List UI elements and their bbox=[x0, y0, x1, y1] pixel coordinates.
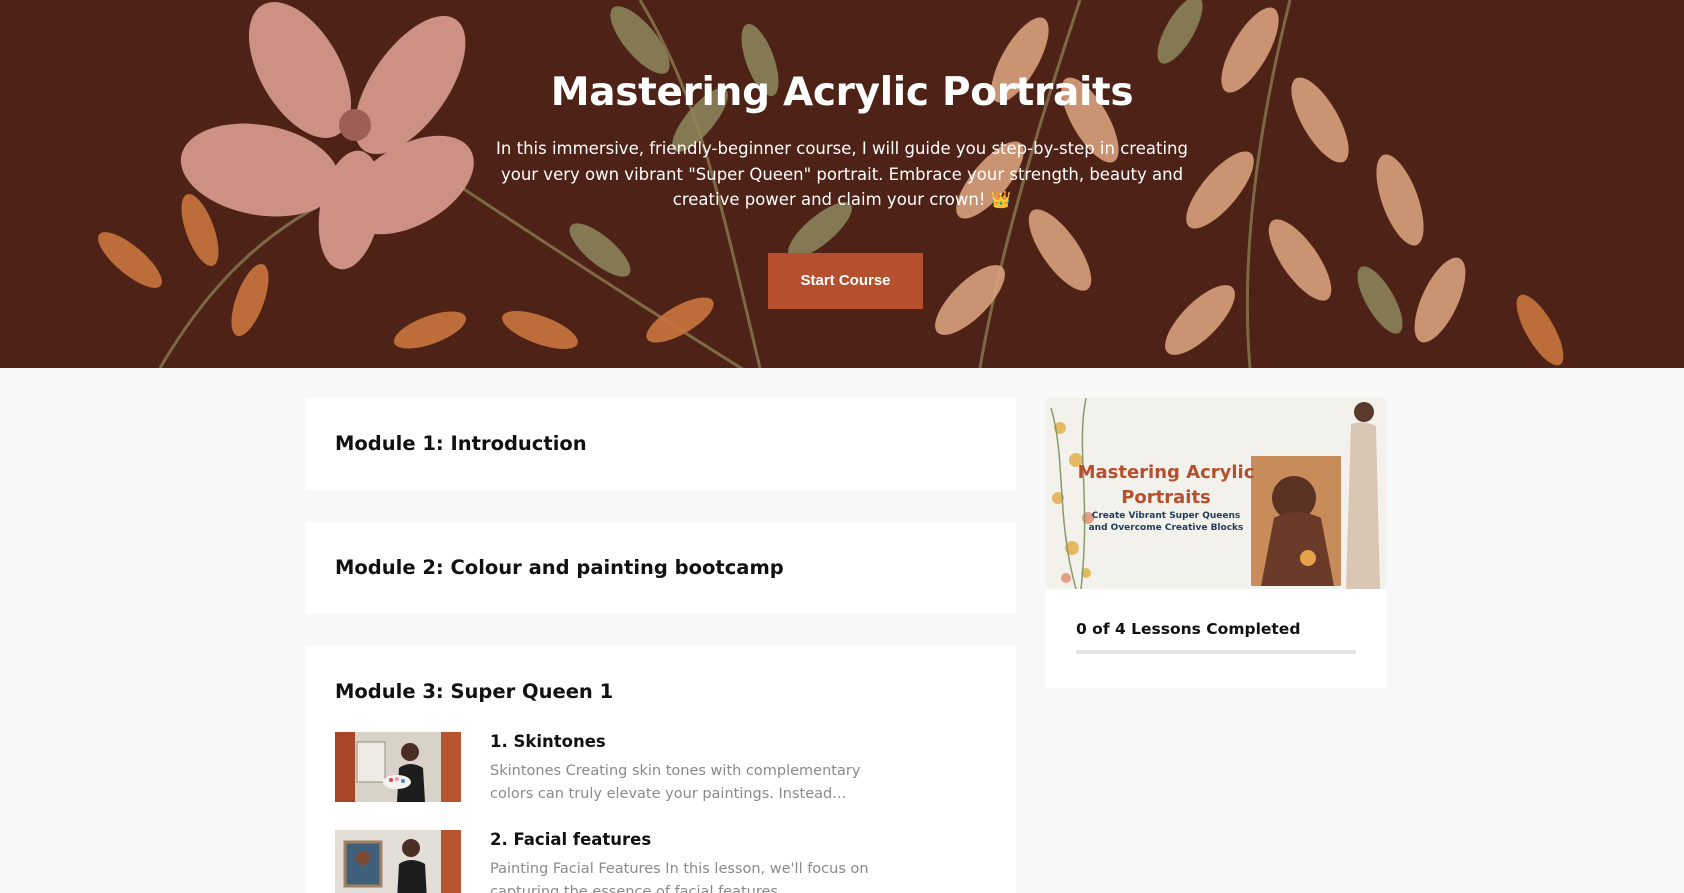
lesson-title[interactable]: 2. Facial features bbox=[490, 830, 651, 849]
course-cover-image: Mastering Acrylic Portraits Create Vibra… bbox=[1046, 398, 1386, 589]
lesson-title[interactable]: 1. Skintones bbox=[490, 732, 606, 751]
module-title[interactable]: Module 3: Super Queen 1 bbox=[335, 680, 613, 703]
course-hero: Mastering Acrylic Portraits In this imme… bbox=[0, 0, 1684, 368]
course-title: Mastering Acrylic Portraits bbox=[550, 70, 1134, 115]
lesson-excerpt: Skintones Creating skin tones with compl… bbox=[490, 763, 861, 802]
lesson-item[interactable]: 2. Facial features Painting Facial Featu… bbox=[335, 830, 935, 893]
course-progress-sidebar: Mastering Acrylic Portraits Create Vibra… bbox=[1046, 398, 1386, 688]
progress-bar bbox=[1076, 650, 1356, 654]
lesson-item[interactable]: 1. Skintones Skintones Creating skin ton… bbox=[335, 732, 935, 812]
lesson-excerpt: Painting Facial Features In this lesson,… bbox=[490, 861, 869, 893]
module-card[interactable]: Module 1: Introduction bbox=[306, 398, 1016, 490]
module-title[interactable]: Module 1: Introduction bbox=[335, 432, 587, 455]
start-course-button[interactable]: Start Course bbox=[768, 253, 923, 309]
lessons-progress-label: 0 of 4 Lessons Completed bbox=[1076, 620, 1301, 638]
module-card: Module 3: Super Queen 1 1. Skintones Ski… bbox=[306, 646, 1016, 893]
lesson-thumbnail[interactable] bbox=[335, 830, 461, 893]
cover-title: Mastering Acrylic Portraits bbox=[1077, 462, 1255, 508]
lesson-thumbnail[interactable] bbox=[335, 732, 461, 802]
module-card[interactable]: Module 2: Colour and painting bootcamp bbox=[306, 522, 1016, 614]
cover-subtitle: Create Vibrant Super Queens and Overcome… bbox=[1088, 511, 1244, 533]
course-description: In this immersive, friendly-beginner cou… bbox=[496, 139, 1188, 209]
module-title[interactable]: Module 2: Colour and painting bootcamp bbox=[335, 556, 784, 579]
